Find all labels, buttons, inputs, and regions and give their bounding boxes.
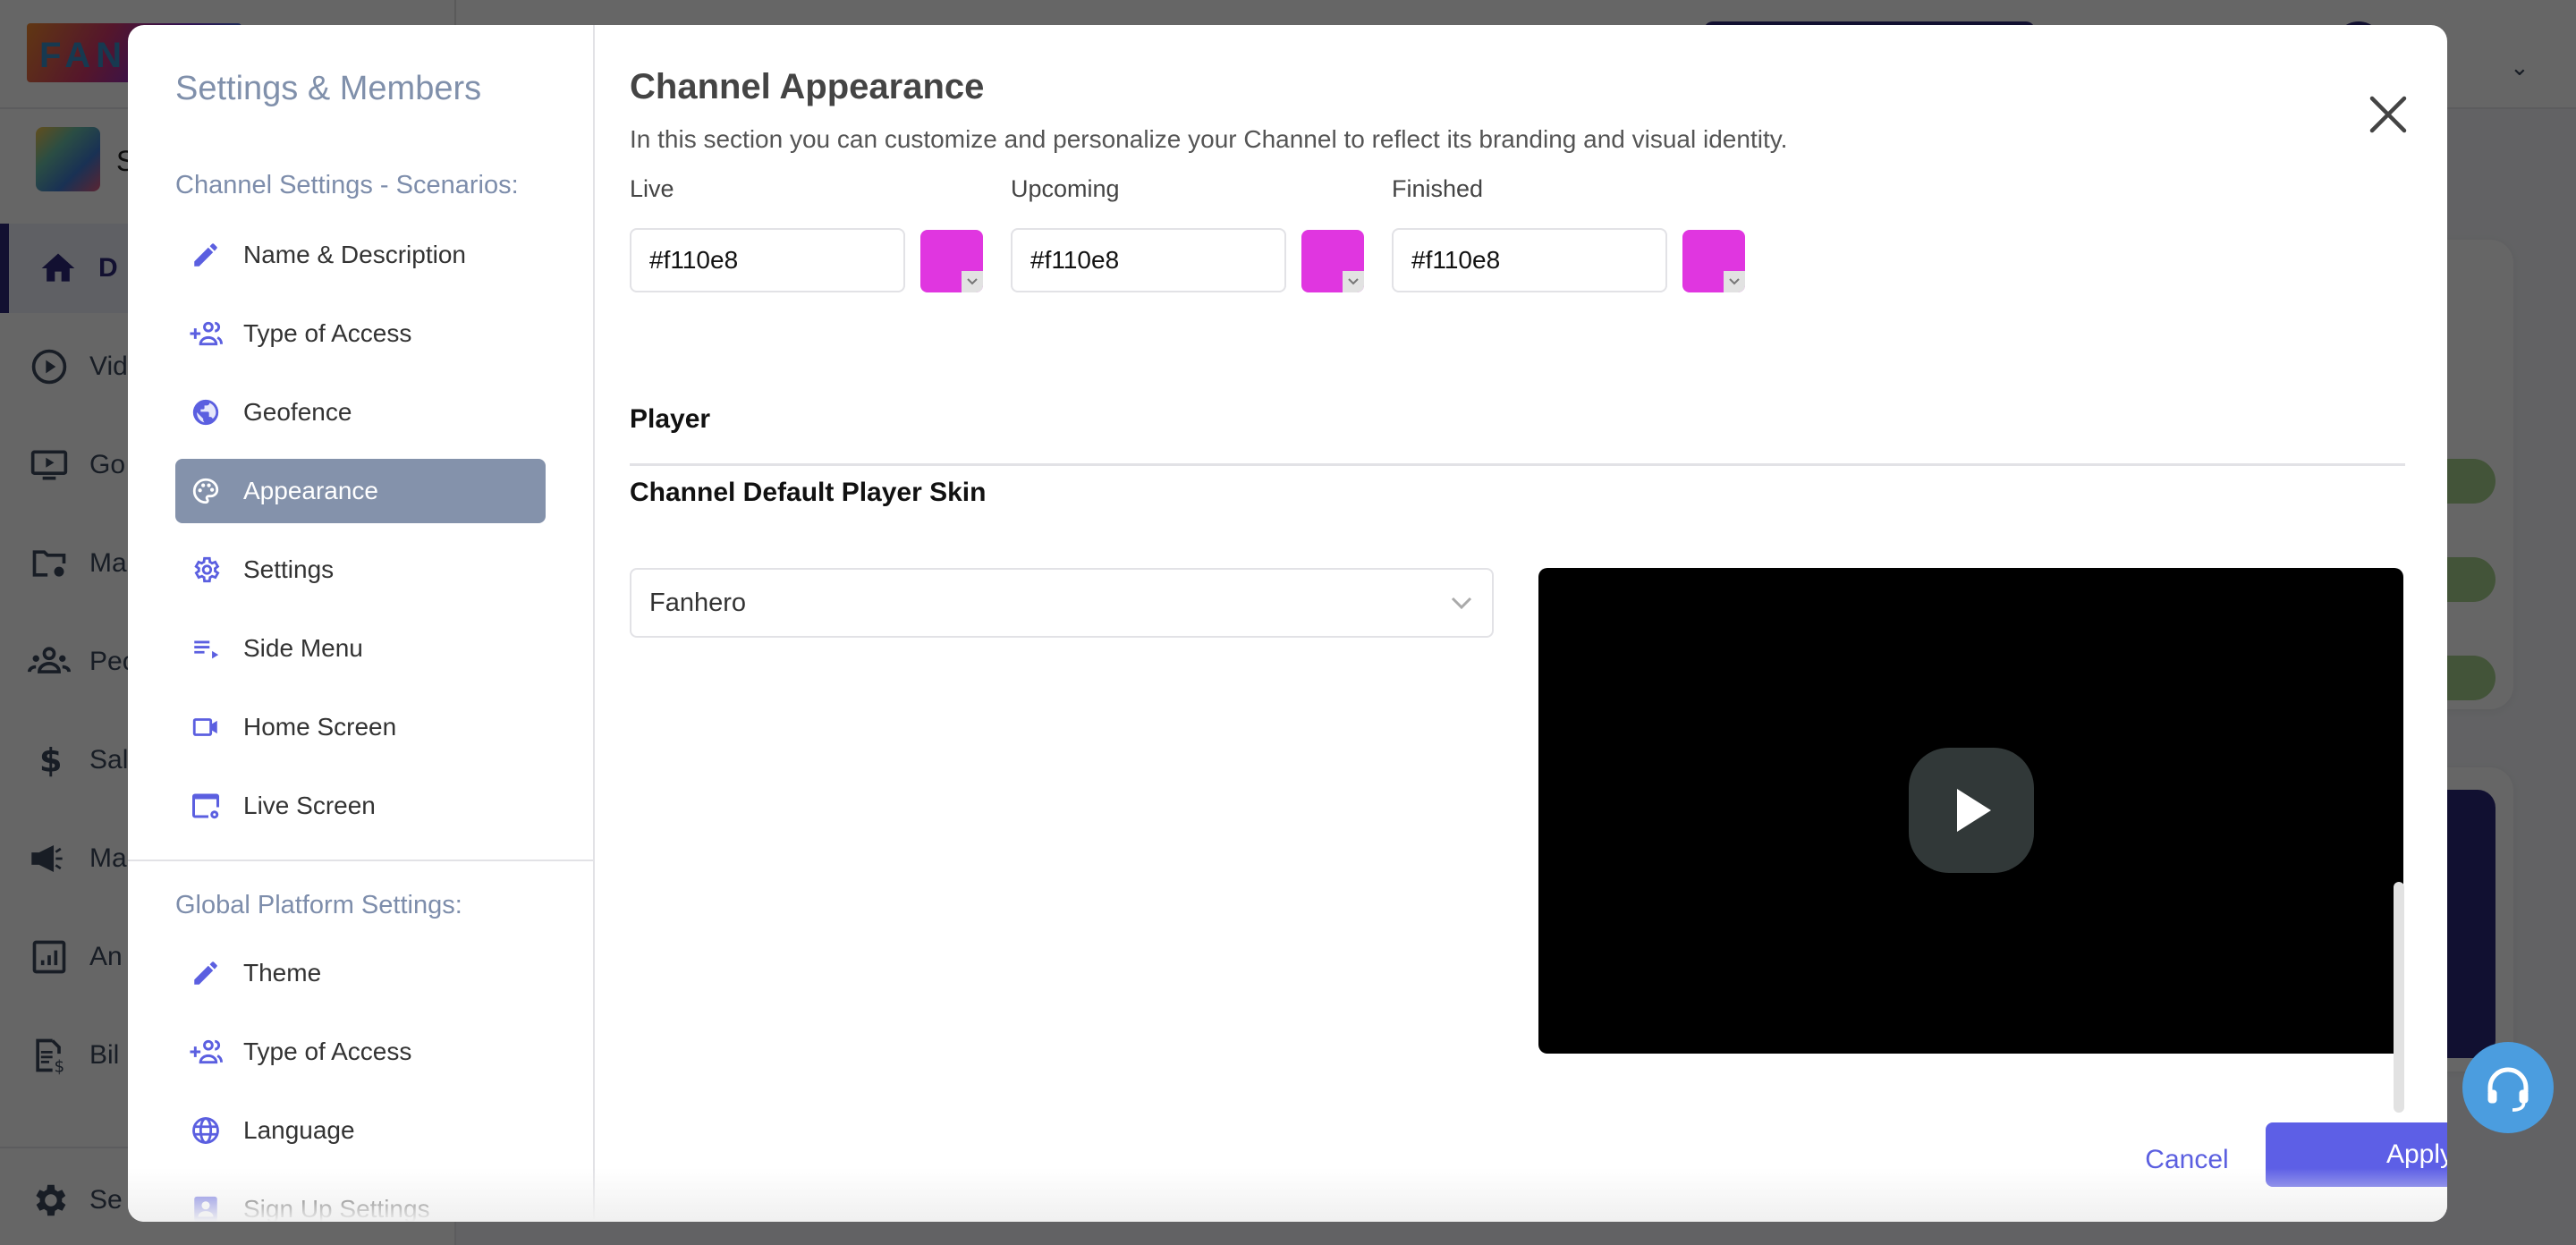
- menu-item-label: Geofence: [243, 398, 352, 426]
- chevron-down-icon: [962, 271, 983, 292]
- support-chat-button[interactable]: [2462, 1042, 2554, 1133]
- play-icon: [1957, 789, 1991, 832]
- color-label-finished: Finished: [1392, 177, 1484, 202]
- global-settings-heading: Global Platform Settings:: [175, 891, 462, 919]
- pencil-icon: [188, 955, 224, 991]
- apply-button[interactable]: Apply: [2266, 1122, 2447, 1187]
- menu-item-label: Home Screen: [243, 713, 397, 741]
- menu-item-label: Language: [243, 1116, 355, 1144]
- close-icon: [2369, 96, 2407, 133]
- settings-nav-channel-settings[interactable]: Settings: [175, 538, 546, 602]
- appearance-panel: Channel Appearance In this section you c…: [595, 25, 2447, 1222]
- playlist-icon: [188, 631, 224, 666]
- settings-modal: Settings & Members Channel Settings - Sc…: [128, 25, 2447, 1222]
- play-button[interactable]: [1909, 748, 2034, 873]
- chevron-down-icon: [1724, 271, 1745, 292]
- appearance-scroll-area: Live #f110e8 Upcoming #f110e8 Finished #f110e…: [595, 177, 2447, 1098]
- add-group-icon: [188, 316, 224, 351]
- globe-grid-icon: [188, 1113, 224, 1148]
- color-input-live[interactable]: #f110e8: [630, 228, 905, 292]
- settings-nav-channel-home-screen[interactable]: Home Screen: [175, 695, 546, 759]
- settings-nav-title: Settings & Members: [175, 70, 482, 107]
- color-input-finished[interactable]: #f110e8: [1392, 228, 1667, 292]
- page-description: In this section you can customize and pe…: [630, 125, 1788, 153]
- color-picker-upcoming[interactable]: [1301, 230, 1364, 292]
- page-title: Channel Appearance: [630, 67, 985, 106]
- settings-nav-channel-geofence[interactable]: Geofence: [175, 380, 546, 445]
- color-picker-finished[interactable]: [1682, 230, 1745, 292]
- gear-icon: [188, 552, 224, 588]
- player-skin-label: Channel Default Player Skin: [630, 478, 987, 507]
- player-skin-value: Fanhero: [649, 588, 747, 617]
- channel-settings-heading: Channel Settings - Scenarios:: [175, 171, 519, 199]
- settings-nav-global-theme[interactable]: Theme: [175, 941, 546, 1005]
- video-camera-icon: [188, 709, 224, 745]
- menu-item-label: Name & Description: [243, 241, 466, 268]
- add-group-icon: [188, 1034, 224, 1070]
- chevron-down-icon: [1451, 597, 1472, 610]
- color-label-upcoming: Upcoming: [1011, 177, 1120, 202]
- player-skin-select[interactable]: Fanhero: [630, 568, 1494, 638]
- player-preview[interactable]: [1538, 568, 2403, 1054]
- palette-icon: [188, 473, 224, 509]
- user-card-icon: [188, 1191, 224, 1222]
- settings-nav-global-type-of-access[interactable]: Type of Access: [175, 1020, 546, 1084]
- menu-item-label: Type of Access: [243, 1038, 412, 1065]
- color-picker-live[interactable]: [920, 230, 983, 292]
- globe-icon: [188, 394, 224, 430]
- settings-nav-channel-live-screen[interactable]: Live Screen: [175, 774, 546, 838]
- player-section-divider: [630, 463, 2405, 466]
- window-gear-icon: [188, 788, 224, 824]
- settings-nav-channel-side-menu[interactable]: Side Menu: [175, 616, 546, 681]
- player-section-title: Player: [630, 404, 711, 434]
- menu-item-label: Appearance: [243, 477, 379, 504]
- color-label-live: Live: [630, 177, 674, 202]
- settings-nav-global-language[interactable]: Language: [175, 1098, 546, 1163]
- settings-nav-channel-name-description[interactable]: Name & Description: [175, 223, 546, 287]
- pencil-icon: [188, 237, 224, 273]
- menu-item-label: Live Screen: [243, 792, 376, 819]
- menu-item-label: Sign Up Settings: [243, 1195, 430, 1222]
- settings-nav-channel-appearance[interactable]: Appearance: [175, 459, 546, 523]
- menu-item-label: Side Menu: [243, 634, 363, 662]
- settings-nav: Settings & Members Channel Settings - Sc…: [128, 25, 595, 1222]
- settings-nav-global-sign-up-settings[interactable]: Sign Up Settings: [175, 1177, 546, 1222]
- settings-nav-channel-type-of-access[interactable]: Type of Access: [175, 301, 546, 366]
- vertical-scrollbar[interactable]: [2394, 882, 2404, 1113]
- menu-item-label: Theme: [243, 959, 322, 987]
- headset-icon: [2487, 1067, 2529, 1112]
- cancel-button[interactable]: Cancel: [2115, 1129, 2258, 1191]
- menu-item-label: Type of Access: [243, 319, 412, 347]
- chevron-down-icon: [1343, 271, 1364, 292]
- settings-nav-divider: [128, 860, 593, 861]
- menu-item-label: Settings: [243, 555, 335, 583]
- color-input-upcoming[interactable]: #f110e8: [1011, 228, 1286, 292]
- close-button[interactable]: [2367, 93, 2410, 136]
